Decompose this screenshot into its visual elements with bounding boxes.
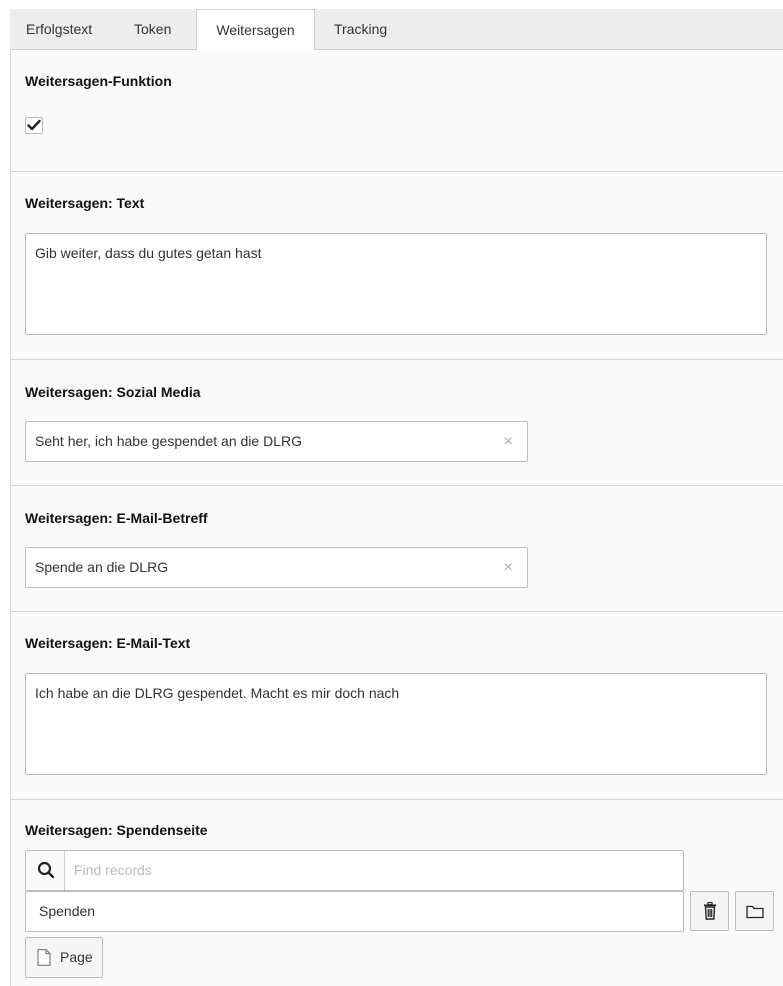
tab-erfolgstext[interactable]: Erfolgstext bbox=[26, 9, 92, 50]
email-subject-input[interactable]: Spende an die DLRG × bbox=[25, 547, 528, 588]
share-function-label: Weitersagen-Funktion bbox=[25, 73, 172, 89]
social-media-input[interactable]: Seht her, ich habe gespendet an die DLRG… bbox=[25, 421, 528, 462]
share-text-label: Weitersagen: Text bbox=[25, 195, 145, 211]
email-text-label: Weitersagen: E-Mail-Text bbox=[25, 635, 191, 651]
tab-bar: Erfolgstext Token Weitersagen Tracking bbox=[10, 9, 783, 51]
section-share-function bbox=[10, 51, 783, 171]
email-subject-value: Spende an die DLRG bbox=[35, 559, 169, 575]
email-text-textarea[interactable]: Ich habe an die DLRG gespendet. Macht es… bbox=[25, 673, 767, 775]
checkmark-icon bbox=[27, 119, 41, 131]
folder-icon bbox=[746, 905, 764, 919]
search-button[interactable] bbox=[26, 851, 65, 890]
social-media-label: Weitersagen: Sozial Media bbox=[25, 384, 201, 400]
page-type-button[interactable]: Page bbox=[25, 937, 103, 978]
clear-icon[interactable]: × bbox=[504, 548, 513, 587]
tab-token[interactable]: Token bbox=[134, 9, 171, 50]
find-records-input[interactable]: Find records bbox=[74, 851, 152, 890]
delete-button[interactable] bbox=[690, 891, 729, 931]
search-icon bbox=[37, 861, 55, 879]
selected-record-item[interactable]: Spenden bbox=[25, 891, 684, 932]
find-records-field[interactable]: Find records bbox=[25, 850, 684, 891]
share-text-textarea[interactable]: Gib weiter, dass du gutes getan hast bbox=[25, 233, 767, 335]
tab-weitersagen[interactable]: Weitersagen bbox=[196, 9, 315, 51]
browse-folder-button[interactable] bbox=[735, 891, 774, 931]
email-subject-label: Weitersagen: E-Mail-Betreff bbox=[25, 510, 208, 526]
trash-icon bbox=[704, 902, 716, 920]
share-function-checkbox[interactable] bbox=[25, 117, 43, 134]
tab-tracking[interactable]: Tracking bbox=[334, 9, 387, 50]
clear-icon[interactable]: × bbox=[504, 422, 513, 461]
page-icon bbox=[37, 949, 51, 966]
social-media-value: Seht her, ich habe gespendet an die DLRG bbox=[35, 433, 302, 449]
page-button-label: Page bbox=[60, 949, 93, 965]
donation-page-label: Weitersagen: Spendenseite bbox=[25, 822, 208, 838]
